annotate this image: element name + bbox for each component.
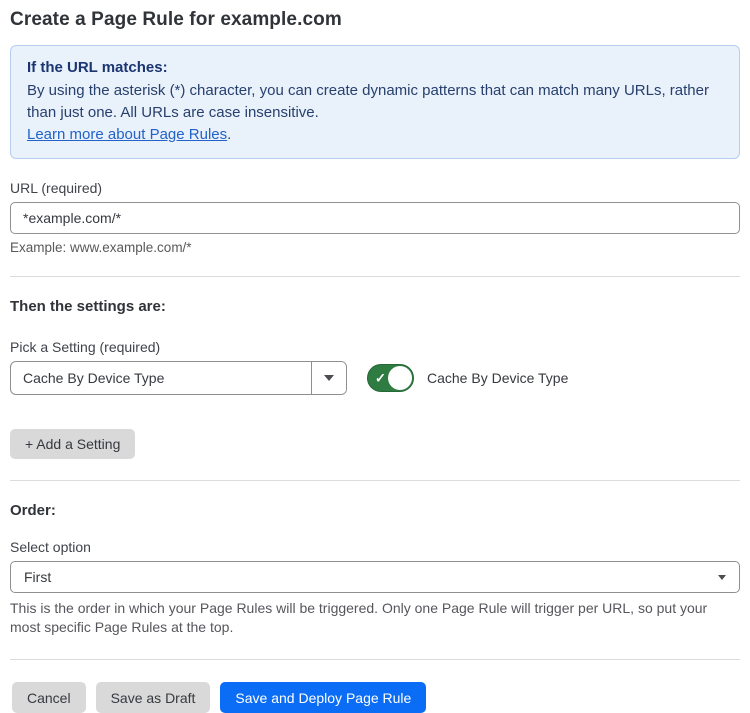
url-match-info-callout: If the URL matches: By using the asteris… [10,45,740,159]
toggle-label: Cache By Device Type [427,370,568,386]
url-field-label: URL (required) [10,180,740,196]
order-section-heading: Order: [10,502,740,519]
section-divider [10,480,740,481]
order-select-label: Select option [10,539,740,555]
url-example-helper: Example: www.example.com/* [10,240,740,255]
section-divider [10,276,740,277]
save-and-deploy-button[interactable]: Save and Deploy Page Rule [220,682,426,713]
toggle-knob [388,366,412,390]
setting-select[interactable]: Cache By Device Type [10,361,347,395]
setting-row: Cache By Device Type ✓ Cache By Device T… [10,361,740,395]
save-as-draft-button[interactable]: Save as Draft [96,682,211,713]
info-callout-body: By using the asterisk (*) character, you… [27,80,723,124]
footer-divider [10,659,740,660]
page-title: Create a Page Rule for example.com [10,9,740,31]
check-icon: ✓ [375,372,386,385]
url-input[interactable] [10,202,740,234]
chevron-down-icon [324,375,334,381]
info-callout-link-line: Learn more about Page Rules. [27,124,723,146]
settings-section-heading: Then the settings are: [10,298,740,315]
order-select-value: First [24,569,718,585]
chevron-down-icon [718,575,726,580]
cache-by-device-type-toggle[interactable]: ✓ [367,364,414,392]
setting-select-value: Cache By Device Type [11,362,311,394]
add-setting-button[interactable]: + Add a Setting [10,429,135,459]
pick-setting-label: Pick a Setting (required) [10,339,740,355]
order-select[interactable]: First [10,561,740,593]
footer-actions: Cancel Save as Draft Save and Deploy Pag… [10,682,740,713]
info-callout-heading: If the URL matches: [27,57,723,79]
order-helper-text: This is the order in which your Page Rul… [10,599,730,637]
link-period: . [227,126,231,143]
learn-more-page-rules-link[interactable]: Learn more about Page Rules [27,126,227,143]
cancel-button[interactable]: Cancel [12,682,86,713]
setting-select-arrow-button[interactable] [311,362,346,394]
